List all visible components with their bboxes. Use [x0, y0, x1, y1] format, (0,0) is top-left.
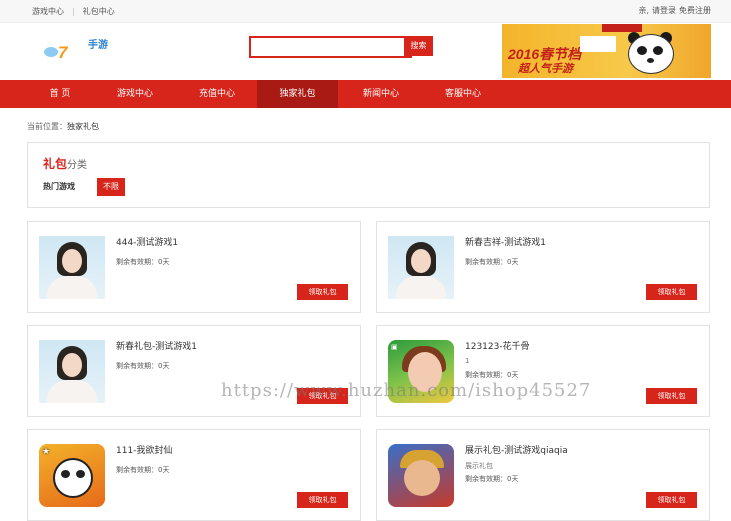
logo-brand: 手游 — [88, 40, 108, 51]
gift-card: 444-测试游戏1 剩余有效期：0天 领取礼包 — [27, 221, 361, 313]
search-input[interactable] — [249, 36, 412, 58]
nav-recharge-center[interactable]: 充值中心 — [180, 80, 254, 108]
user-links: 亲, 请登录 免费注册 — [635, 5, 711, 16]
game-thumbnail[interactable] — [388, 444, 454, 507]
gift-validity: 剩余有效期：0天 — [116, 258, 170, 266]
site-logo[interactable]: 7 手游 — [44, 37, 126, 65]
game-thumbnail[interactable] — [388, 236, 454, 299]
nav-news-center[interactable]: 新闻中心 — [343, 80, 419, 108]
header: 7 手游 搜索 2016春节档 超人气手游 — [0, 23, 731, 80]
gift-card: ▣ 123123-花千骨 1 剩余有效期：0天 领取礼包 — [376, 325, 710, 417]
filter-unlimited-button[interactable]: 不限 — [97, 178, 125, 196]
gift-name[interactable]: 新春吉祥-测试游戏1 — [465, 235, 546, 248]
link-gift-center[interactable]: 礼包中心 — [83, 7, 115, 16]
gift-name[interactable]: 444-测试游戏1 — [116, 235, 178, 248]
breadcrumb-prefix: 当前位置： — [27, 122, 67, 131]
nav-service-center[interactable]: 客服中心 — [425, 80, 501, 108]
gift-description: 1 — [465, 357, 470, 365]
search-button[interactable]: 搜索 — [404, 36, 433, 56]
gift-card: 新春吉祥-测试游戏1 剩余有效期：0天 领取礼包 — [376, 221, 710, 313]
gift-card: ★ 111-我欲封仙 剩余有效期：0天 领取礼包 — [27, 429, 361, 521]
game-badge-icon: ★ — [42, 447, 51, 457]
gift-name[interactable]: 111-我欲封仙 — [116, 443, 172, 456]
breadcrumb: 当前位置：独家礼包 — [27, 121, 99, 132]
category-title: 礼包分类 — [43, 157, 88, 171]
gift-card: 展示礼包-测试游戏qiaqia 展示礼包 剩余有效期：0天 领取礼包 — [376, 429, 710, 521]
nav-home[interactable]: 首 页 — [22, 80, 98, 108]
promo-banner[interactable]: 2016春节档 超人气手游 — [502, 24, 711, 78]
claim-gift-button[interactable]: 领取礼包 — [297, 492, 348, 508]
hot-games-label: 热门游戏 — [43, 182, 75, 191]
banner-subline: 超人气手游 — [518, 63, 573, 75]
gift-validity: 剩余有效期：0天 — [116, 466, 170, 474]
gift-validity: 剩余有效期：0天 — [465, 258, 519, 266]
gift-name[interactable]: 新春礼包-测试游戏1 — [116, 339, 197, 352]
game-thumbnail[interactable] — [39, 236, 105, 299]
nav-exclusive-gifts[interactable]: 独家礼包 — [257, 80, 338, 108]
gift-validity: 剩余有效期：0天 — [465, 475, 519, 483]
panda-icon — [620, 28, 682, 78]
gift-name[interactable]: 123123-花千骨 — [465, 339, 530, 352]
breadcrumb-current[interactable]: 独家礼包 — [67, 122, 99, 131]
game-thumbnail[interactable]: ★ — [39, 444, 105, 507]
logo-number: 7 — [58, 43, 68, 62]
gift-validity: 剩余有效期：0天 — [465, 371, 519, 379]
gift-description: 展示礼包 — [465, 462, 493, 470]
greeting: 亲, — [638, 6, 649, 15]
claim-gift-button[interactable]: 领取礼包 — [646, 492, 697, 508]
claim-gift-button[interactable]: 领取礼包 — [297, 284, 348, 300]
gift-validity: 剩余有效期：0天 — [116, 362, 170, 370]
gift-card: 新春礼包-测试游戏1 剩余有效期：0天 领取礼包 — [27, 325, 361, 417]
gift-name[interactable]: 展示礼包-测试游戏qiaqia — [465, 443, 568, 456]
logo-mark-icon — [44, 47, 58, 57]
main-nav: 首 页 游戏中心 充值中心 独家礼包 新闻中心 客服中心 — [0, 80, 731, 108]
claim-gift-button[interactable]: 领取礼包 — [646, 284, 697, 300]
game-badge-icon: ▣ — [391, 343, 398, 351]
login-link[interactable]: 请登录 — [652, 6, 676, 15]
top-bar: 游戏中心 | 礼包中心 亲, 请登录 免费注册 — [0, 0, 731, 23]
top-links: 游戏中心 | 礼包中心 — [32, 7, 115, 16]
link-game-center[interactable]: 游戏中心 — [32, 7, 64, 16]
nav-game-center[interactable]: 游戏中心 — [98, 80, 172, 108]
watermark-text: https://www.huzhan.com/ishop45527 — [221, 380, 592, 401]
claim-gift-button[interactable]: 领取礼包 — [646, 388, 697, 404]
register-link[interactable]: 免费注册 — [679, 6, 711, 15]
gift-category-panel: 礼包分类 热门游戏 不限 — [27, 142, 710, 208]
game-thumbnail[interactable] — [39, 340, 105, 403]
